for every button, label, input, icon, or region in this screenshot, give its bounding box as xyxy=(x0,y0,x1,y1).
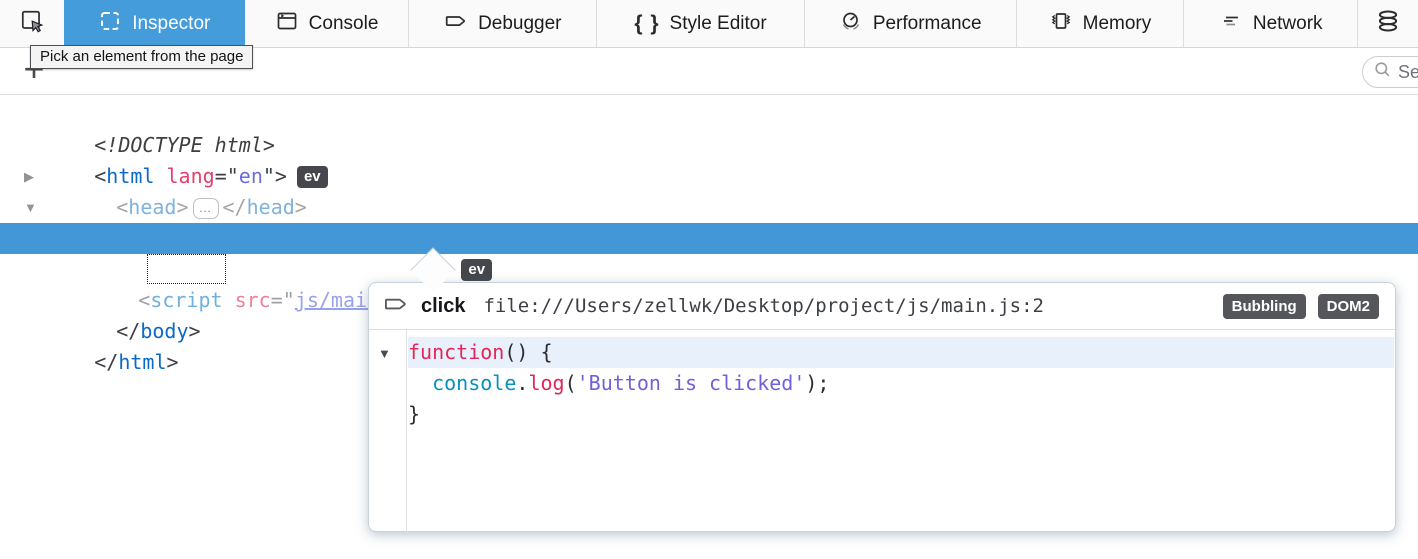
tab-storage[interactable] xyxy=(1358,0,1418,47)
event-type-label: click xyxy=(421,295,465,318)
tab-memory[interactable]: Memory xyxy=(1017,0,1185,47)
search-input[interactable] xyxy=(1398,62,1418,83)
inspector-icon xyxy=(98,9,122,39)
expand-arrow-icon[interactable]: ▶ xyxy=(24,161,44,192)
tab-style-editor[interactable]: { } Style Editor xyxy=(597,0,805,47)
tab-label: Debugger xyxy=(478,13,561,35)
code-line: console.log('Button is clicked'); xyxy=(408,368,1394,399)
devtools-tabbar: Inspector Console Debugger { } Style E xyxy=(0,0,1418,48)
code-line: function() { xyxy=(408,337,1394,368)
storage-icon xyxy=(1375,8,1401,40)
event-popup-header: click file:///Users/zellwk/Desktop/proje… xyxy=(369,283,1395,330)
element-picker-button[interactable] xyxy=(0,0,64,47)
node-script[interactable]: <script src="js/main.js"></script> xyxy=(0,254,1418,285)
tab-label: Inspector xyxy=(132,13,210,35)
tab-label: Memory xyxy=(1083,13,1152,35)
listener-code: function() { console.log('Button is clic… xyxy=(408,330,1394,430)
event-tag-icon xyxy=(383,291,409,322)
collapse-arrow-icon[interactable]: ▼ xyxy=(24,192,44,223)
search-icon xyxy=(1373,60,1392,84)
tab-label: Network xyxy=(1253,13,1323,35)
event-source-link[interactable]: file:///Users/zellwk/Desktop/project/js/… xyxy=(483,295,1210,317)
tab-label: Console xyxy=(309,13,379,35)
picker-tooltip: Pick an element from the page xyxy=(30,45,253,69)
tab-inspector[interactable]: Inspector xyxy=(64,0,245,47)
event-listener-popup: click file:///Users/zellwk/Desktop/proje… xyxy=(368,282,1396,532)
node-button-selected[interactable]: <button>Click me!</button>ev xyxy=(0,223,1418,254)
tab-network[interactable]: Network xyxy=(1184,0,1358,47)
tab-console[interactable]: Console xyxy=(245,0,410,47)
memory-icon xyxy=(1049,9,1073,39)
tab-label: Performance xyxy=(873,13,982,35)
picker-icon xyxy=(19,8,45,40)
code-line: } xyxy=(408,399,1394,430)
node-doctype[interactable]: <!DOCTYPE html> xyxy=(0,99,1418,130)
event-popup-body: ▼ function() { console.log('Button is cl… xyxy=(369,330,1395,532)
node-body-open[interactable]: ▼<body> xyxy=(0,192,1418,223)
node-html-open[interactable]: <html lang="en">ev xyxy=(0,130,1418,161)
tab-debugger[interactable]: Debugger xyxy=(409,0,597,47)
dom2-badge: DOM2 xyxy=(1318,294,1379,319)
performance-icon xyxy=(839,9,863,39)
node-head-collapsed[interactable]: ▶<head>…</head> xyxy=(0,161,1418,192)
debugger-icon xyxy=(444,9,468,39)
code-gutter: ▼ xyxy=(369,330,407,532)
style-editor-icon: { } xyxy=(634,12,659,36)
devtools-window: Inspector Console Debugger { } Style E xyxy=(0,0,1418,559)
network-icon xyxy=(1219,9,1243,39)
search-box[interactable] xyxy=(1362,56,1418,88)
code-collapse-arrow-icon[interactable]: ▼ xyxy=(378,346,391,361)
tab-label: Style Editor xyxy=(670,13,767,35)
bubbling-badge: Bubbling xyxy=(1223,294,1306,319)
tab-performance[interactable]: Performance xyxy=(805,0,1017,47)
console-icon xyxy=(275,9,299,39)
